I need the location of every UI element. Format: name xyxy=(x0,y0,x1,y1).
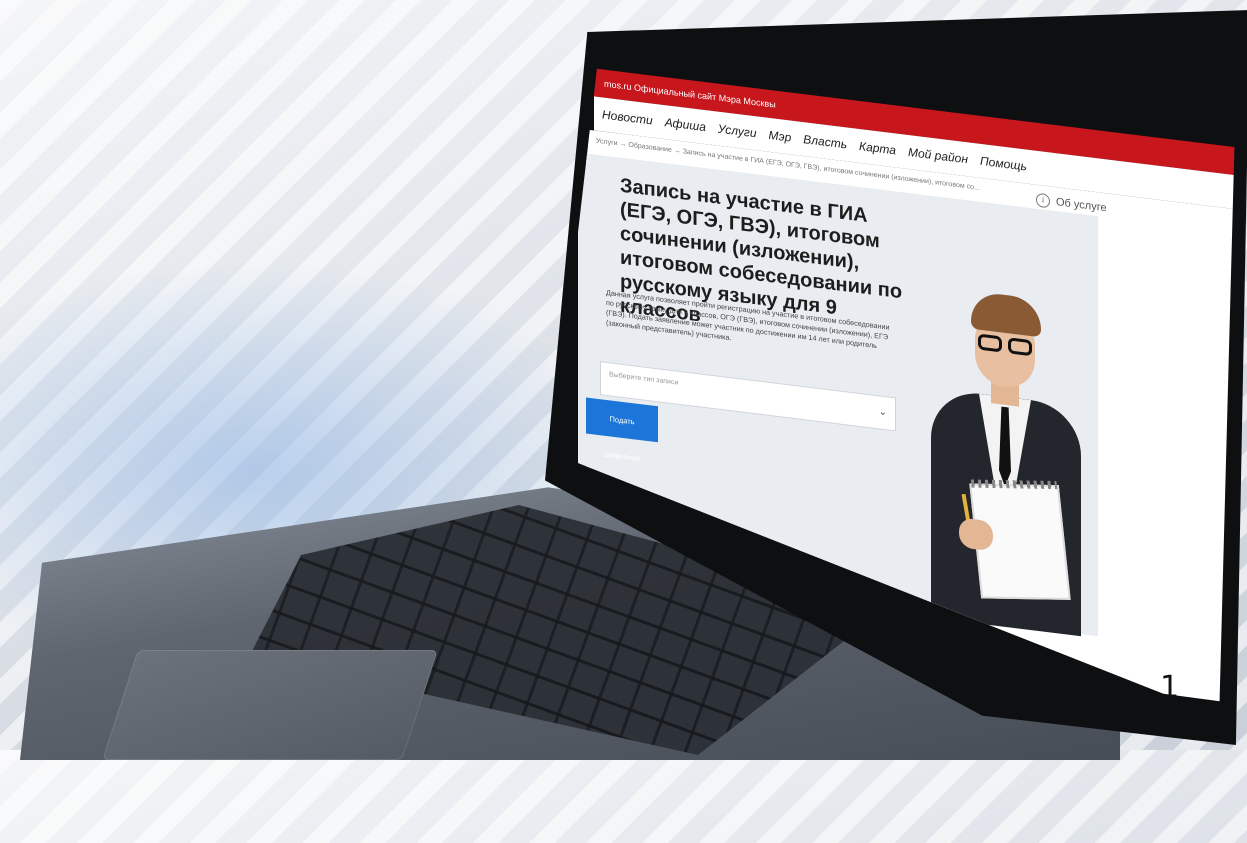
slide-number: 1 xyxy=(1160,670,1180,705)
nav-item-mayor[interactable]: Мэр xyxy=(769,128,792,145)
nav-item-help[interactable]: Помощь xyxy=(980,154,1027,174)
nav-item-my-district[interactable]: Мой район xyxy=(908,145,968,166)
nav-item-map[interactable]: Карта xyxy=(859,139,896,158)
nav-item-services[interactable]: Услуги xyxy=(718,122,757,141)
nav-item-government[interactable]: Власть xyxy=(803,132,847,151)
info-icon: i xyxy=(1036,192,1050,209)
nav-item-afisha[interactable]: Афиша xyxy=(665,115,706,134)
nav-item-news[interactable]: Новости xyxy=(602,107,653,127)
record-type-placeholder: Выберите тип записи xyxy=(609,371,679,387)
student-illustration xyxy=(913,252,1093,637)
laptop-trackpad xyxy=(102,650,438,760)
chevron-down-icon: ⌄ xyxy=(878,406,887,419)
